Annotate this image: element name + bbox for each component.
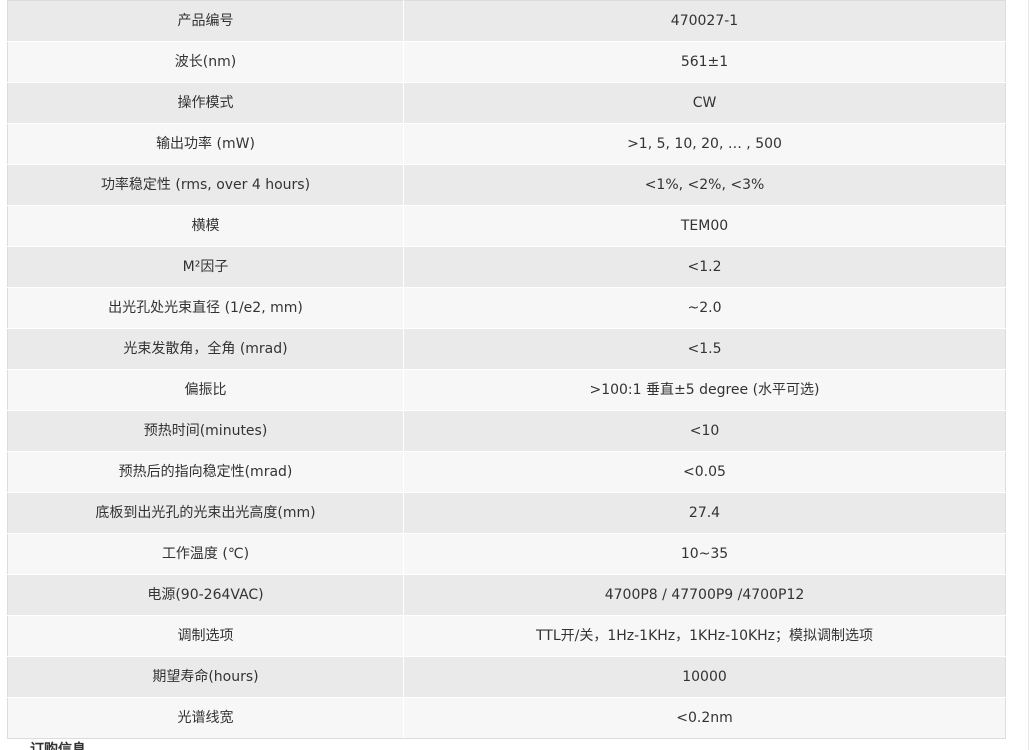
spec-value-cell: 4700P8 / 47700P9 /4700P12: [403, 574, 1006, 616]
spec-value-cell: 470027-1: [403, 0, 1006, 42]
table-row: 电源(90-264VAC) 4700P8 / 47700P9 /4700P12: [7, 574, 1006, 616]
spec-value-cell: >100:1 垂直±5 degree (水平可选): [403, 369, 1006, 411]
page-right-border: [1028, 0, 1029, 750]
spec-value-cell: <1.5: [403, 328, 1006, 370]
next-section-heading-text: 订购信息: [30, 742, 86, 750]
table-row: 光谱线宽 <0.2nm: [7, 697, 1006, 739]
spec-label-cell: 波长(nm): [7, 41, 404, 83]
next-section-heading: 订购信息: [30, 741, 100, 750]
spec-label-cell: 期望寿命(hours): [7, 656, 404, 698]
spec-label-cell: 工作温度 (℃): [7, 533, 404, 575]
spec-value-cell: TTL开/关，1Hz-1KHz，1KHz-10KHz；模拟调制选项: [403, 615, 1006, 657]
spec-value-cell: <1%, <2%, <3%: [403, 164, 1006, 206]
table-row: 功率稳定性 (rms, over 4 hours) <1%, <2%, <3%: [7, 164, 1006, 206]
table-row: 预热时间(minutes) <10: [7, 410, 1006, 452]
spec-label-cell: 产品编号: [7, 0, 404, 42]
spec-table: 产品编号 470027-1 波长(nm) 561±1 操作模式 CW 输出功率 …: [7, 0, 1006, 739]
spec-label-cell: 偏振比: [7, 369, 404, 411]
spec-value-cell: >1, 5, 10, 20, … , 500: [403, 123, 1006, 165]
spec-label-cell: 输出功率 (mW): [7, 123, 404, 165]
table-row: 预热后的指向稳定性(mrad) <0.05: [7, 451, 1006, 493]
table-row: 输出功率 (mW) >1, 5, 10, 20, … , 500: [7, 123, 1006, 165]
spec-label-cell: 底板到出光孔的光束出光高度(mm): [7, 492, 404, 534]
spec-label-cell: 横模: [7, 205, 404, 247]
spec-value-cell: <0.05: [403, 451, 1006, 493]
spec-value-cell: 561±1: [403, 41, 1006, 83]
table-row: 横模 TEM00: [7, 205, 1006, 247]
spec-label-cell: 调制选项: [7, 615, 404, 657]
table-row: 底板到出光孔的光束出光高度(mm) 27.4: [7, 492, 1006, 534]
spec-value-cell: ~2.0: [403, 287, 1006, 329]
spec-table-body: 产品编号 470027-1 波长(nm) 561±1 操作模式 CW 输出功率 …: [7, 0, 1006, 739]
table-row: 调制选项 TTL开/关，1Hz-1KHz，1KHz-10KHz；模拟调制选项: [7, 615, 1006, 657]
table-row: 产品编号 470027-1: [7, 0, 1006, 42]
spec-value-cell: TEM00: [403, 205, 1006, 247]
spec-value-cell: 10000: [403, 656, 1006, 698]
spec-label-cell: 电源(90-264VAC): [7, 574, 404, 616]
spec-label-cell: 出光孔处光束直径 (1/e2, mm): [7, 287, 404, 329]
spec-value-cell: 10~35: [403, 533, 1006, 575]
spec-label-cell: 光谱线宽: [7, 697, 404, 739]
spec-value-cell: <0.2nm: [403, 697, 1006, 739]
table-row: 光束发散角，全角 (mrad) <1.5: [7, 328, 1006, 370]
table-row: 偏振比 >100:1 垂直±5 degree (水平可选): [7, 369, 1006, 411]
spec-label-cell: M²因子: [7, 246, 404, 288]
spec-value-cell: <10: [403, 410, 1006, 452]
spec-value-cell: <1.2: [403, 246, 1006, 288]
table-row: 期望寿命(hours) 10000: [7, 656, 1006, 698]
spec-label-cell: 预热后的指向稳定性(mrad): [7, 451, 404, 493]
spec-label-cell: 预热时间(minutes): [7, 410, 404, 452]
spec-value-cell: 27.4: [403, 492, 1006, 534]
spec-value-cell: CW: [403, 82, 1006, 124]
table-row: 工作温度 (℃) 10~35: [7, 533, 1006, 575]
table-row: 出光孔处光束直径 (1/e2, mm) ~2.0: [7, 287, 1006, 329]
spec-label-cell: 功率稳定性 (rms, over 4 hours): [7, 164, 404, 206]
spec-label-cell: 操作模式: [7, 82, 404, 124]
table-row: 波长(nm) 561±1: [7, 41, 1006, 83]
spec-label-cell: 光束发散角，全角 (mrad): [7, 328, 404, 370]
table-row: M²因子 <1.2: [7, 246, 1006, 288]
table-row: 操作模式 CW: [7, 82, 1006, 124]
